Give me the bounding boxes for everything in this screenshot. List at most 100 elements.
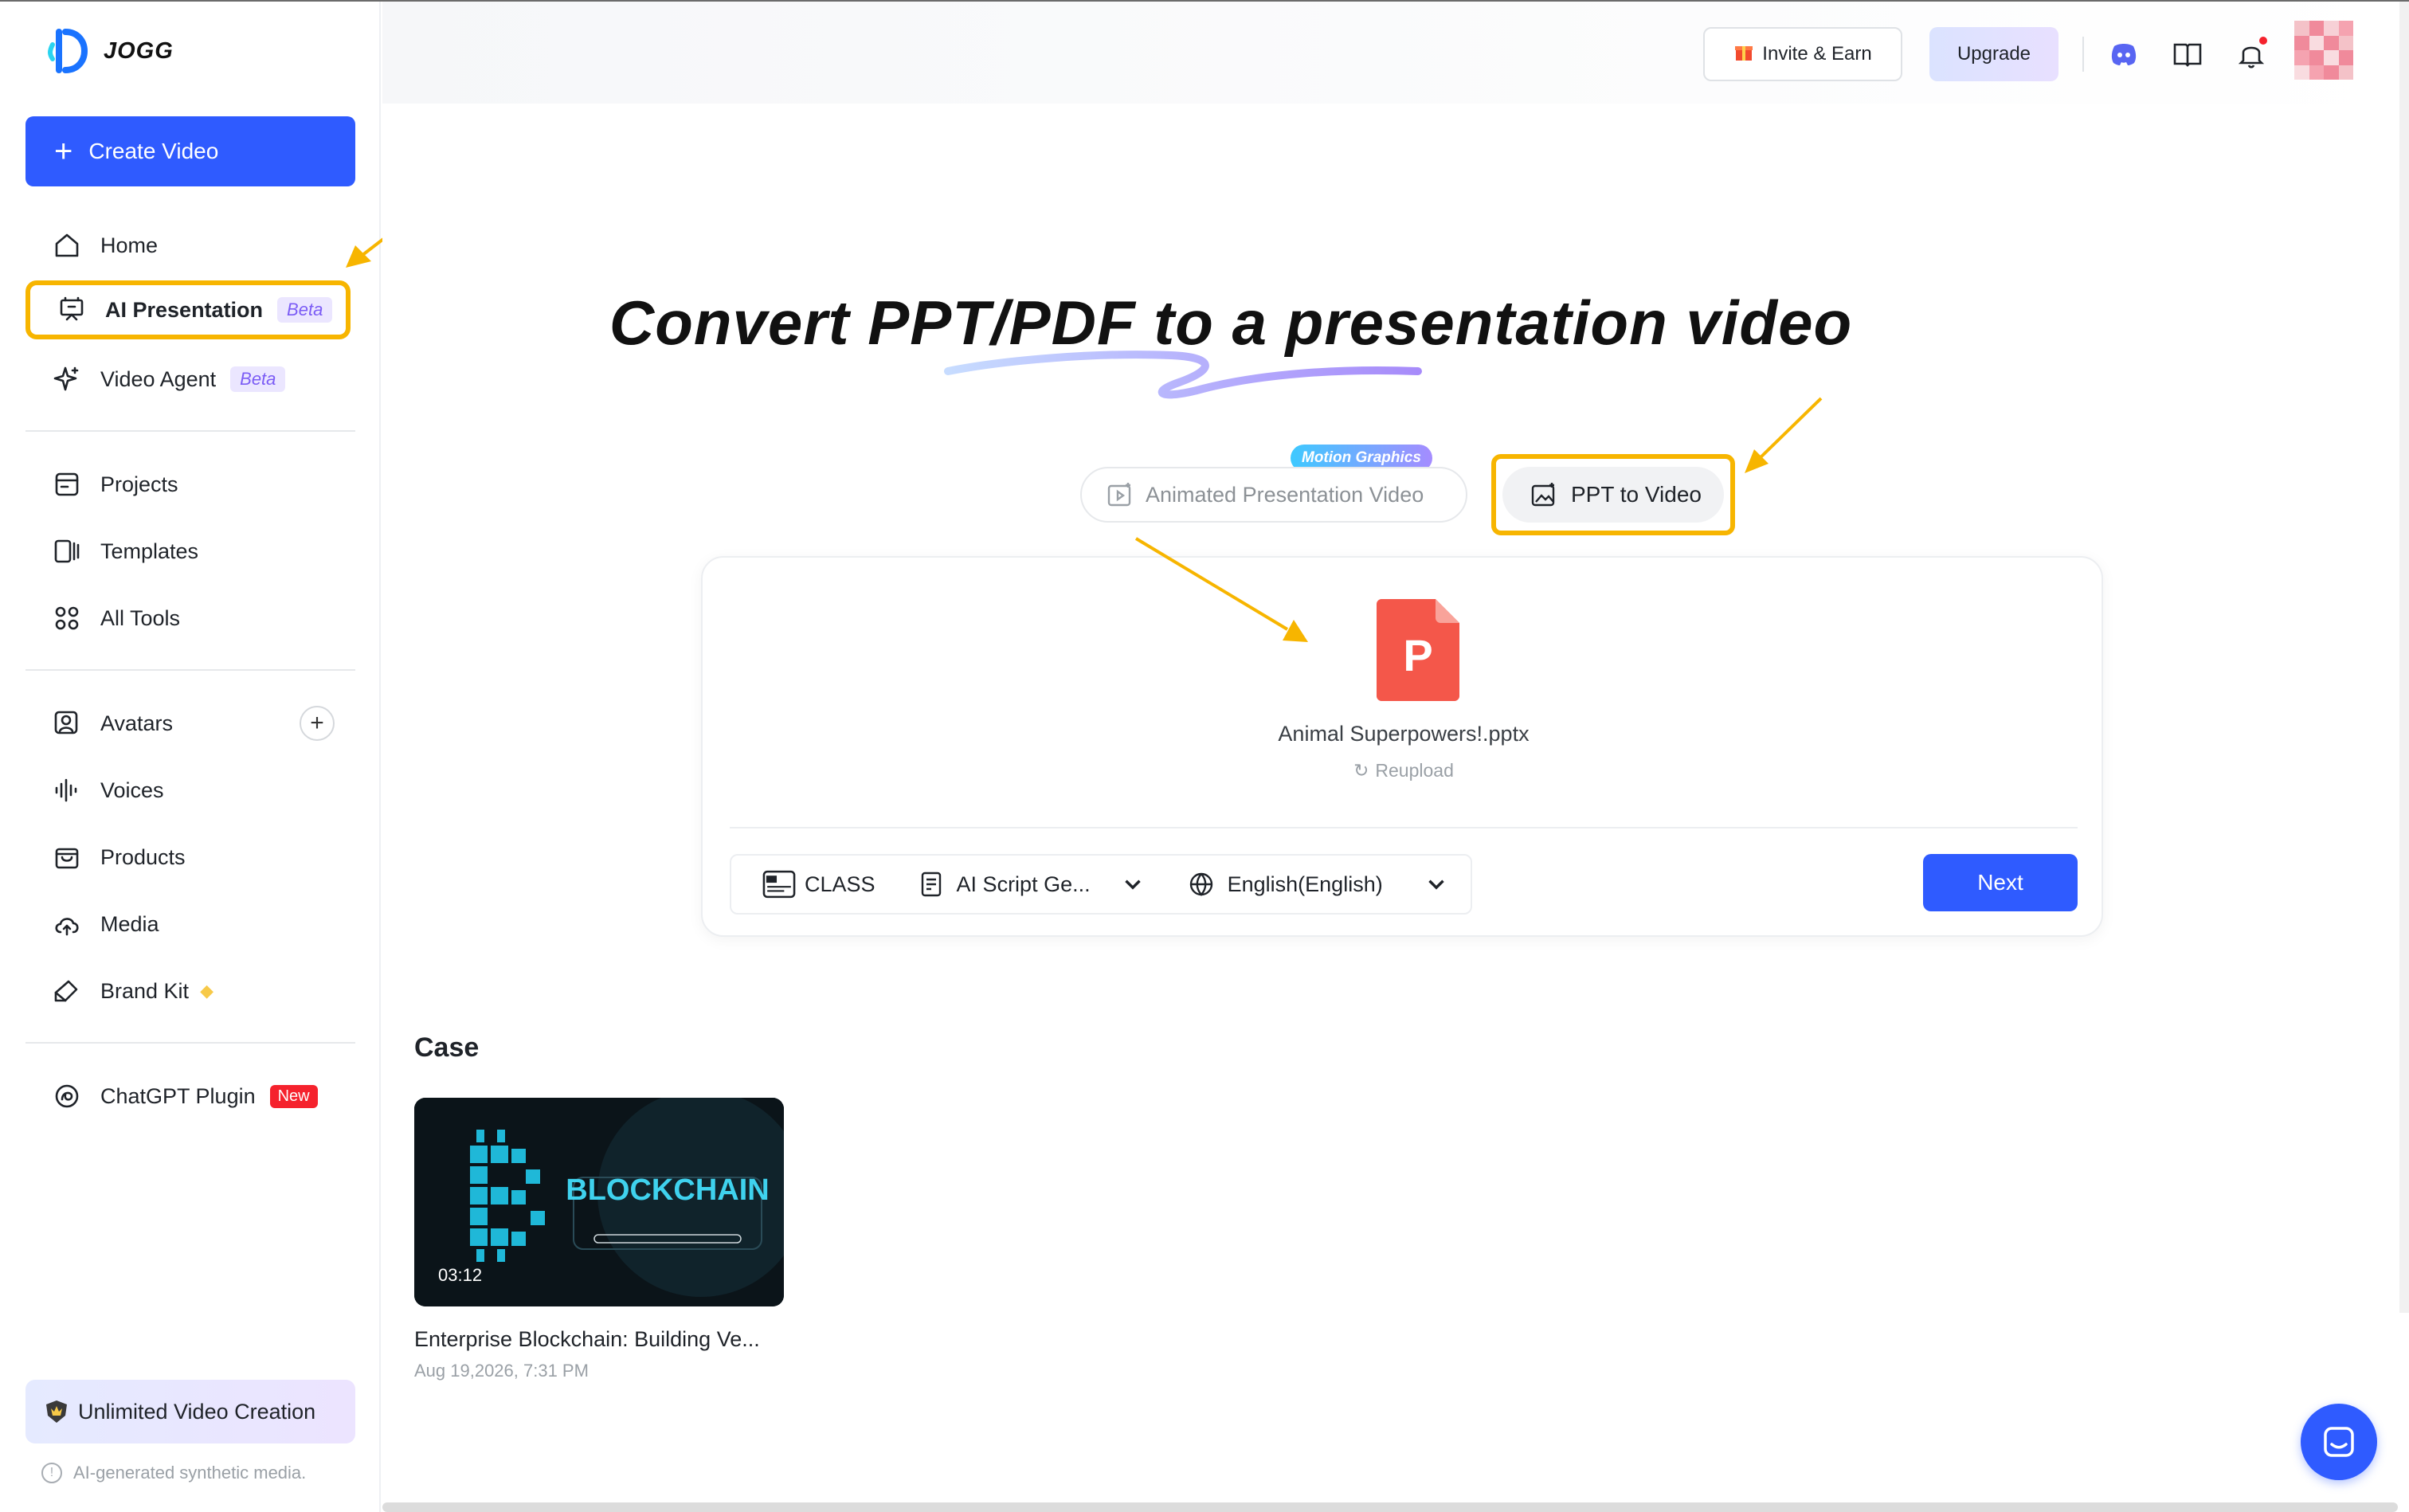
brand-kit-icon	[51, 975, 83, 1007]
sidebar-item-label: Video Agent	[100, 366, 217, 391]
avatar-icon	[51, 707, 83, 739]
create-video-label: Create Video	[88, 139, 219, 163]
app-root: JOGG + Create Video Home AI Presentation…	[0, 0, 2409, 1512]
voice-wave-icon	[51, 774, 83, 806]
sidebar-item-label: All Tools	[100, 605, 181, 630]
notification-dot	[2259, 37, 2267, 45]
sparkle-icon	[51, 363, 83, 395]
refresh-icon: ↻	[1353, 760, 1369, 781]
sidebar-item-label: Brand Kit	[100, 978, 190, 1003]
beta-badge: Beta	[230, 366, 286, 392]
template-label: CLASS	[805, 872, 875, 896]
case-video-title[interactable]: Enterprise Blockchain: Building Ve...	[414, 1327, 760, 1352]
sidebar-item-products[interactable]: Products	[25, 828, 355, 886]
vertical-scrollbar[interactable]	[2399, 2, 2409, 1313]
sidebar-item-label: Products	[100, 844, 186, 869]
upload-card: P Animal Superpowers!.pptx ↻ Reupload CLA…	[701, 556, 2103, 937]
add-avatar-button[interactable]: +	[300, 706, 335, 741]
unlimited-video-creation-banner[interactable]: Unlimited Video Creation	[25, 1380, 355, 1443]
sidebar-item-label: Media	[100, 911, 159, 936]
sidebar-item-projects[interactable]: Projects	[25, 456, 355, 513]
uploaded-file-name: Animal Superpowers!.pptx	[1278, 722, 1530, 746]
upgrade-label: Upgrade	[1957, 43, 2031, 65]
script-generator-dropdown[interactable]: AI Script Ge...	[919, 871, 1146, 898]
topbar-separator	[2082, 37, 2084, 72]
unlimited-label: Unlimited Video Creation	[78, 1399, 316, 1424]
svg-text:P: P	[1403, 630, 1432, 680]
tab-label: Animated Presentation Video	[1146, 482, 1424, 507]
info-icon: !	[41, 1463, 62, 1483]
sidebar-item-brand-kit[interactable]: Brand Kit ◆	[25, 962, 355, 1020]
sidebar-item-all-tools[interactable]: All Tools	[25, 590, 355, 647]
home-icon	[51, 229, 83, 261]
sidebar-divider	[25, 669, 355, 671]
sidebar-item-chatgpt-plugin[interactable]: ChatGPT Plugin New	[25, 1067, 355, 1125]
bag-icon	[51, 841, 83, 873]
ai-generated-note: ! AI-generated synthetic media.	[41, 1463, 306, 1483]
chevron-down-icon	[1428, 879, 1444, 890]
tab-label: PPT to Video	[1571, 482, 1702, 507]
folder-icon	[51, 468, 83, 500]
sidebar-item-label: Home	[100, 233, 159, 257]
sidebar-item-label: Voices	[100, 778, 164, 802]
sidebar-item-label: ChatGPT Plugin	[100, 1083, 256, 1108]
class-template-thumbnail	[762, 870, 796, 899]
horizontal-scrollbar[interactable]	[382, 1502, 2398, 1512]
sidebar-divider	[25, 430, 355, 432]
options-bar: CLASS AI Script Ge... English(English)	[730, 854, 1472, 915]
case-video-thumbnail[interactable]: BLOCKCHAIN 03:12	[414, 1098, 784, 1306]
grid-icon	[51, 602, 83, 634]
ppt-file-icon: P	[1377, 599, 1459, 701]
bell-icon[interactable]	[2234, 37, 2269, 72]
title-squiggle-decoration	[944, 351, 1422, 399]
tab-ppt-to-video[interactable]: PPT to Video	[1502, 467, 1724, 523]
create-video-button[interactable]: + Create Video	[25, 116, 355, 186]
case-section-title: Case	[414, 1032, 480, 1063]
ai-note-text: AI-generated synthetic media.	[73, 1463, 307, 1483]
sidebar: JOGG + Create Video Home AI Presentation…	[0, 2, 464, 1512]
user-avatar[interactable]	[2294, 21, 2353, 80]
templates-icon	[51, 535, 83, 567]
case-video-date: Aug 19,2026, 7:31 PM	[414, 1361, 589, 1381]
globe-icon	[1189, 872, 1212, 896]
presentation-icon	[56, 294, 88, 326]
language-dropdown[interactable]: English(English)	[1188, 871, 1450, 898]
sidebar-item-label: AI Presentation	[105, 297, 264, 322]
next-label: Next	[1977, 870, 2023, 895]
annotation-arrow	[1745, 397, 1823, 473]
template-selector[interactable]: CLASS	[762, 870, 875, 899]
upgrade-button[interactable]: Upgrade	[1929, 27, 2058, 81]
tab-animated-presentation[interactable]: Animated Presentation Video	[1080, 467, 1467, 523]
language-label: English(English)	[1227, 872, 1383, 896]
cloud-upload-icon	[51, 908, 83, 940]
sidebar-divider	[25, 1042, 355, 1044]
reupload-label: Reupload	[1375, 760, 1454, 781]
invite-earn-button[interactable]: Invite & Earn	[1703, 27, 1902, 81]
sidebar-item-label: Avatars	[100, 711, 174, 735]
discord-icon[interactable]	[2106, 37, 2141, 72]
video-duration: 03:12	[438, 1265, 483, 1285]
thumbnail-title: BLOCKCHAIN	[566, 1173, 769, 1207]
sidebar-item-label: Projects	[100, 472, 178, 496]
sidebar-item-templates[interactable]: Templates	[25, 523, 355, 580]
sidebar-item-video-agent[interactable]: Video Agent Beta	[25, 351, 355, 408]
sidebar-item-avatars[interactable]: Avatars +	[25, 695, 355, 752]
book-icon[interactable]	[2170, 37, 2205, 72]
support-chat-button[interactable]	[2301, 1404, 2377, 1480]
reupload-button[interactable]: ↻ Reupload	[703, 760, 2105, 781]
card-divider	[730, 827, 2078, 828]
new-badge: New	[269, 1084, 318, 1108]
chevron-down-icon	[1124, 879, 1141, 890]
sidebar-item-media[interactable]: Media	[25, 895, 355, 953]
chatgpt-icon	[51, 1080, 83, 1112]
brand-name: JOGG	[104, 37, 174, 64]
invite-earn-label: Invite & Earn	[1762, 43, 1872, 65]
plus-icon: +	[54, 134, 73, 169]
top-bar: Invite & Earn Upgrade	[382, 2, 2409, 104]
jogg-logo-icon	[48, 29, 88, 73]
sidebar-item-ai-presentation[interactable]: AI Presentation Beta	[25, 280, 351, 339]
jogg-logo[interactable]: JOGG	[48, 25, 174, 76]
next-button[interactable]: Next	[1923, 854, 2078, 911]
sidebar-item-voices[interactable]: Voices	[25, 762, 355, 819]
sidebar-item-home[interactable]: Home	[25, 217, 355, 274]
